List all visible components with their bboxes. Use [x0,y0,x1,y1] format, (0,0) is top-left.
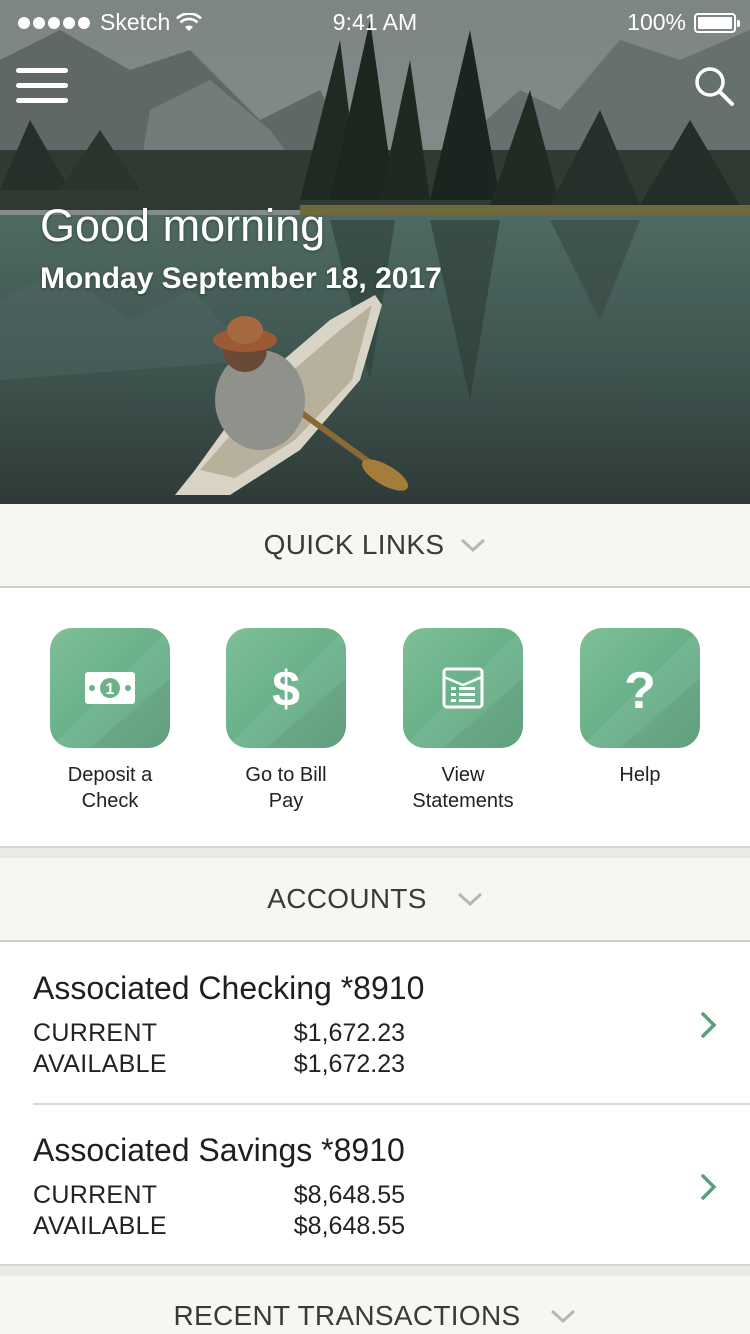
lake-canoe-photo [0,0,750,504]
statements-tile [403,628,523,748]
chevron-right-icon [701,1012,717,1038]
recent-transactions-title: RECENT TRANSACTIONS [173,1300,521,1331]
battery-status: 100% [627,9,740,36]
view-statements-label: View Statements [412,764,514,812]
account-row-checking[interactable]: Associated Checking *8910 CURRENT $1,672… [0,942,750,1105]
deposit-check-tile: 1 [50,628,170,748]
svg-text:1: 1 [106,681,115,698]
chevron-down-icon [461,538,486,553]
svg-text:$: $ [272,661,300,716]
statement-icon [442,667,484,709]
chevron-right-icon [701,1174,717,1200]
banknote-icon: 1 [85,672,135,704]
quick-links-panel: 1 Deposit a Check $ Go to Bill Pay View … [0,588,750,848]
quick-links-title: QUICK LINKS [263,529,445,560]
help-label: Help [619,764,661,786]
section-gap [0,848,750,858]
app-screen: Sketch 9:41 AM 100% Good morning Monday … [0,0,750,1334]
battery-percentage: 100% [627,9,686,35]
current-balance: $8,648.55 [293,1181,405,1209]
accounts-title: ACCOUNTS [267,883,427,914]
question-icon: ? [624,662,656,714]
quick-link-bill-pay[interactable]: $ Go to Bill Pay [198,628,374,814]
bill-pay-label: Go to Bill Pay [245,764,327,812]
hero-banner: Sketch 9:41 AM 100% Good morning Monday … [0,0,750,504]
account-name: Associated Savings *8910 [33,1132,405,1168]
status-bar: Sketch 9:41 AM 100% [0,0,750,40]
quick-link-deposit-check[interactable]: 1 Deposit a Check [22,628,198,814]
hamburger-menu-button[interactable] [16,68,70,108]
chevron-down-icon [457,892,482,907]
battery-icon [694,12,740,33]
quick-links-header[interactable]: QUICK LINKS [0,504,750,588]
quick-link-view-statements[interactable]: View Statements [375,628,551,814]
help-tile: ? [580,628,700,748]
deposit-check-label: Deposit a Check [67,764,153,812]
recent-transactions-header[interactable]: RECENT TRANSACTIONS [0,1276,750,1334]
current-balance: $1,672.23 [293,1019,405,1047]
available-balance: $8,648.55 [293,1212,405,1240]
bill-pay-tile: $ [226,628,346,748]
greeting-text: Good morning [40,200,326,251]
section-gap [0,1266,750,1276]
accounts-list: Associated Checking *8910 CURRENT $1,672… [0,942,750,1266]
account-row-savings[interactable]: Associated Savings *8910 CURRENT $8,648.… [0,1104,750,1266]
search-icon[interactable] [692,64,736,108]
date-text: Monday September 18, 2017 [40,262,442,295]
quick-link-help[interactable]: ? Help [552,628,728,788]
account-name: Associated Checking *8910 [33,970,425,1006]
available-balance: $1,672.23 [293,1050,405,1078]
accounts-header[interactable]: ACCOUNTS [0,858,750,942]
chevron-down-icon [551,1309,576,1324]
dollar-icon: $ [272,661,300,716]
svg-text:?: ? [624,662,656,714]
hamburger-icon [16,68,68,73]
